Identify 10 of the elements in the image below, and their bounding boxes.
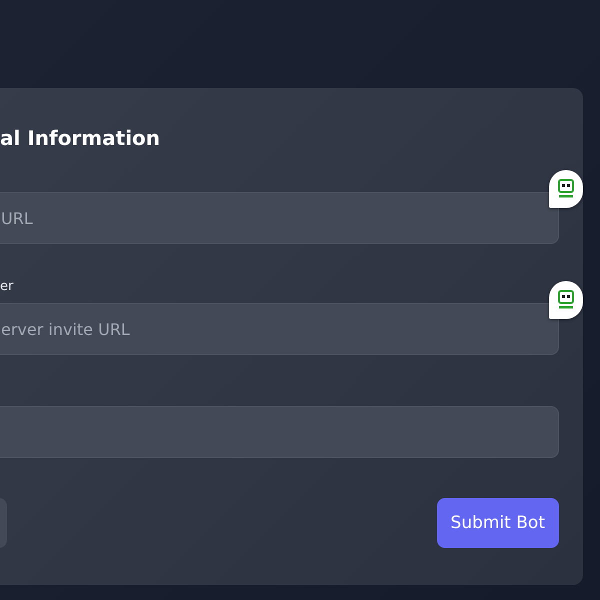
text-field[interactable] [0, 406, 559, 458]
field-label: er [0, 279, 14, 295]
robot-badge[interactable] [549, 281, 583, 319]
robot-icon [557, 290, 575, 310]
card-title: al Information [0, 125, 160, 152]
text-field[interactable]: URL [0, 192, 559, 244]
robot-icon [557, 179, 575, 199]
robot-badge[interactable] [549, 170, 583, 208]
submit-button[interactable]: Submit Bot [436, 498, 559, 548]
text-field[interactable]: erver invite URL [0, 303, 559, 355]
